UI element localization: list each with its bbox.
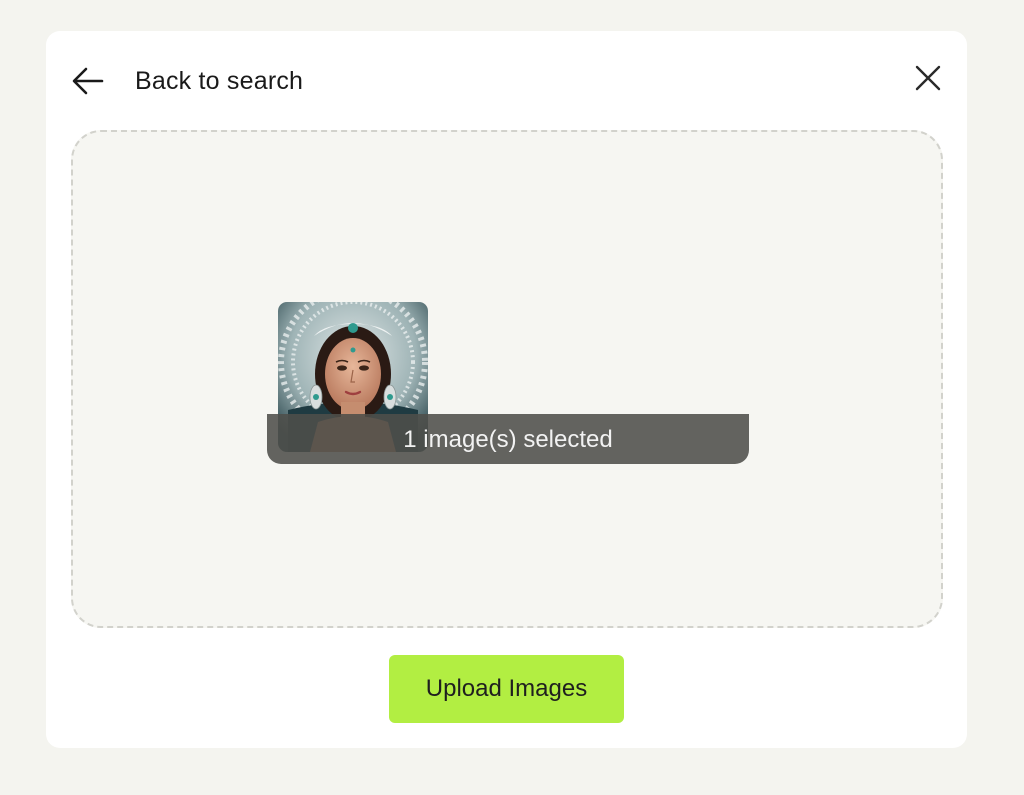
arrow-left-icon xyxy=(70,63,106,99)
image-dropzone[interactable]: 1 image(s) selected xyxy=(71,130,943,628)
close-icon xyxy=(913,63,943,98)
upload-dialog: Back to search 1 image(s) selected Uploa… xyxy=(46,31,967,748)
page: Back to search 1 image(s) selected Uploa… xyxy=(0,0,1024,795)
selection-status-bar: 1 image(s) selected xyxy=(267,414,749,464)
back-to-search-label: Back to search xyxy=(135,66,304,95)
upload-images-button[interactable]: Upload Images xyxy=(389,655,624,723)
selected-count-text: 1 image(s) selected xyxy=(403,426,613,453)
back-to-search-button[interactable]: Back to search xyxy=(70,61,303,101)
close-button[interactable] xyxy=(911,63,945,97)
